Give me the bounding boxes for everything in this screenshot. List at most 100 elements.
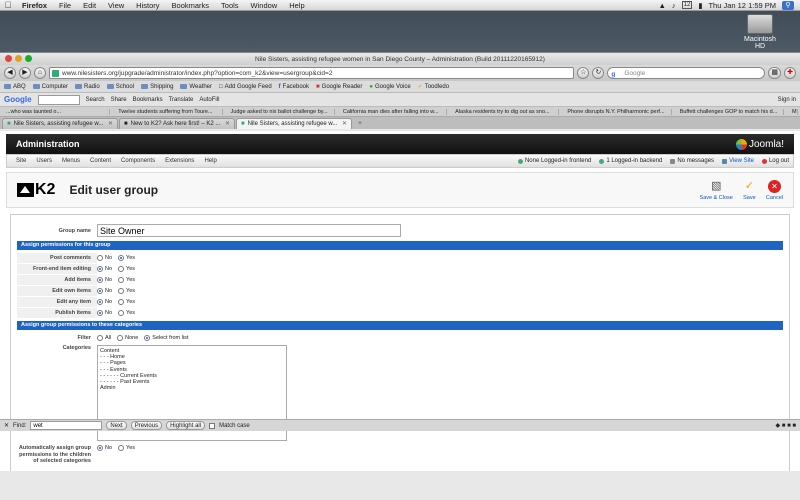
wifi-icon[interactable]: ▲: [658, 1, 665, 10]
back-button[interactable]: ◀: [4, 67, 16, 79]
edit-own-items-yes-radio[interactable]: Yes: [118, 287, 135, 294]
publish-items-yes-radio[interactable]: Yes: [118, 309, 135, 316]
menu-components[interactable]: Components: [116, 158, 160, 164]
forward-button[interactable]: ▶: [19, 67, 31, 79]
tab-k2-forum[interactable]: ■ New to K2? Ask here first! – K2 ... ✕: [119, 118, 235, 129]
save-button[interactable]: ✓ Save: [743, 180, 756, 201]
bookmark-folder-weather[interactable]: Weather: [180, 84, 212, 90]
search-bar[interactable]: g Google: [607, 67, 766, 80]
add-items-yes-radio[interactable]: Yes: [118, 276, 135, 283]
google-share-button[interactable]: Share: [111, 97, 127, 103]
category-option[interactable]: Admin: [100, 385, 284, 391]
ticker-item[interactable]: Judge asked to nix ballot challenge by..…: [227, 108, 335, 115]
battery-icon[interactable]: ▮: [698, 1, 702, 10]
ticker-item[interactable]: Twelve students suffering from Toure...: [114, 108, 223, 115]
bookmark-toodledo[interactable]: ✓ Toodledo: [418, 83, 449, 91]
bookmark-folder-computer[interactable]: Computer: [32, 84, 68, 90]
google-autofill-button[interactable]: AutoFill: [199, 97, 219, 103]
menu-window[interactable]: Window: [245, 1, 284, 10]
ticker-item[interactable]: ...who was taunted o...: [2, 108, 111, 115]
frontend-editing-no-radio[interactable]: No: [97, 265, 112, 272]
highlight-all-button[interactable]: Highlight all: [166, 421, 206, 430]
tab-nile-sisters-1[interactable]: ■ Nile Sisters, assisting refugee w... ✕: [2, 118, 118, 129]
url-bar[interactable]: www.nilesisters.org/jupgrade/administrat…: [49, 67, 575, 79]
find-input[interactable]: [30, 421, 103, 430]
edit-any-item-yes-radio[interactable]: Yes: [118, 298, 135, 305]
find-previous-button[interactable]: Previous: [130, 421, 163, 430]
group-name-input[interactable]: [97, 224, 401, 237]
menu-help[interactable]: Help: [283, 1, 310, 10]
auto-assign-no-radio[interactable]: No: [97, 445, 112, 451]
menu-history[interactable]: History: [130, 1, 165, 10]
menu-file[interactable]: File: [53, 1, 77, 10]
spotlight-icon[interactable]: ⚲: [782, 0, 794, 10]
filter-none-radio[interactable]: None: [117, 334, 138, 341]
cancel-button[interactable]: ✕ Cancel: [766, 179, 783, 201]
page-menu-icon[interactable]: ▦: [768, 67, 781, 79]
zoom-window-icon[interactable]: [25, 55, 32, 62]
edit-own-items-no-radio[interactable]: No: [97, 287, 112, 294]
bookmark-google-reader[interactable]: ■ Google Reader: [316, 84, 362, 90]
google-signin-link[interactable]: Sign in: [778, 97, 796, 103]
auto-assign-yes-radio[interactable]: Yes: [118, 445, 135, 451]
macintosh-hd-icon[interactable]: Macintosh HD: [740, 14, 780, 50]
menu-tools[interactable]: Tools: [215, 1, 245, 10]
ticker-item[interactable]: Alaska residents try to dig out as sno..…: [451, 108, 560, 115]
menu-extensions[interactable]: Extensions: [160, 158, 199, 164]
google-translate-button[interactable]: Translate: [169, 97, 194, 103]
close-find-icon[interactable]: ✕: [4, 422, 9, 429]
close-tab-icon[interactable]: ✕: [108, 119, 113, 129]
menu-users[interactable]: Users: [31, 158, 57, 164]
post-comments-no-radio[interactable]: No: [97, 254, 112, 261]
find-next-button[interactable]: Next: [106, 421, 127, 430]
bookmark-folder-radio[interactable]: Radio: [75, 84, 100, 90]
bookmark-facebook[interactable]: f Facebook: [279, 84, 309, 90]
new-tab-button[interactable]: +: [353, 119, 367, 129]
ticker-item[interactable]: California man dies after falling into w…: [339, 108, 448, 115]
logout-link[interactable]: Log out: [761, 158, 789, 164]
home-icon[interactable]: ⌂: [34, 67, 46, 79]
bookmark-google-voice[interactable]: ● Google Voice: [369, 84, 410, 90]
menu-help-admin[interactable]: Help: [199, 158, 221, 164]
reload-icon[interactable]: ↻: [592, 67, 605, 79]
bookmark-folder-shipping[interactable]: Shipping: [141, 84, 173, 90]
view-site-link[interactable]: View Site: [722, 158, 754, 164]
edit-any-item-no-radio[interactable]: No: [97, 298, 112, 305]
close-tab-icon[interactable]: ✕: [225, 119, 230, 129]
menu-bookmarks[interactable]: Bookmarks: [166, 1, 216, 10]
menu-content[interactable]: Content: [85, 158, 116, 164]
post-comments-yes-radio[interactable]: Yes: [118, 254, 135, 261]
frontend-editing-yes-radio[interactable]: Yes: [118, 265, 135, 272]
ticker-item[interactable]: Phone disrupts N.Y. Philharmonic perf...: [563, 108, 672, 115]
menu-edit[interactable]: Edit: [77, 1, 102, 10]
ticker-item[interactable]: M: [788, 108, 798, 115]
bookmark-star-icon[interactable]: ☆: [577, 67, 590, 79]
google-search-engine-icon[interactable]: g: [611, 69, 615, 80]
bookmark-folder-school[interactable]: School: [106, 84, 134, 90]
minimize-window-icon[interactable]: [15, 55, 22, 62]
close-tab-icon[interactable]: ✕: [342, 119, 347, 129]
publish-items-no-radio[interactable]: No: [97, 309, 112, 316]
messages-status[interactable]: No messages: [670, 158, 714, 164]
google-search-button[interactable]: Search: [86, 97, 105, 103]
addon-icon[interactable]: ✚: [784, 67, 796, 79]
add-items-no-radio[interactable]: No: [97, 276, 112, 283]
match-case-checkbox[interactable]: [209, 422, 216, 429]
menu-view[interactable]: View: [102, 1, 130, 10]
menu-menus[interactable]: Menus: [57, 158, 85, 164]
apple-menu-icon[interactable]: : [0, 0, 16, 10]
bookmark-folder-abq[interactable]: ABQ: [4, 84, 26, 90]
filter-all-radio[interactable]: All: [97, 334, 111, 341]
save-close-button[interactable]: ▧ Save & Close: [700, 180, 733, 201]
volume-icon[interactable]: ♪: [672, 1, 676, 10]
google-toolbar-search-input[interactable]: [37, 94, 80, 105]
bookmark-add-google-feed[interactable]: □ Add Google Feed: [219, 84, 272, 90]
menu-site[interactable]: Site: [11, 158, 31, 164]
tab-nile-sisters-active[interactable]: ■ Nile Sisters, assisting refugee w... ✕: [236, 118, 352, 129]
menubar-clock[interactable]: Thu Jan 12 1:59 PM: [708, 1, 776, 10]
google-bookmarks-button[interactable]: Bookmarks: [133, 97, 163, 103]
calendar-badge[interactable]: 12: [681, 1, 693, 9]
menu-app-firefox[interactable]: Firefox: [16, 1, 53, 10]
close-window-icon[interactable]: [5, 55, 12, 62]
filter-select-from-list-radio[interactable]: Select from list: [144, 334, 188, 341]
